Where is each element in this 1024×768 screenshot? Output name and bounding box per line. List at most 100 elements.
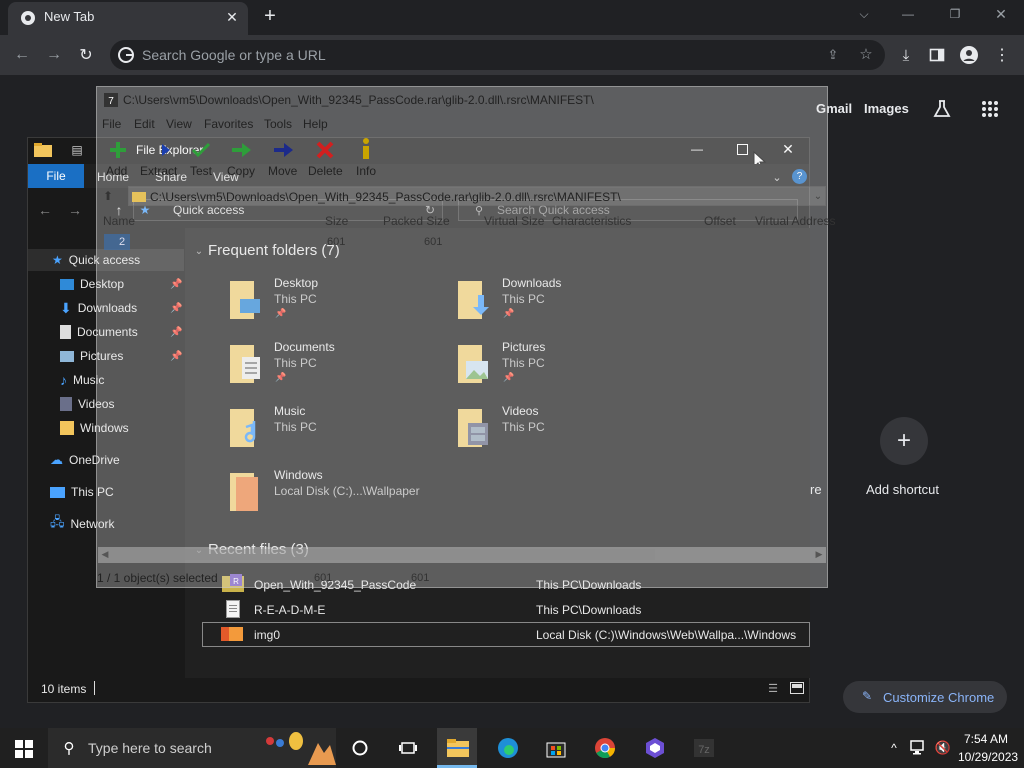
test-icon[interactable] xyxy=(190,140,212,160)
volume-muted-icon[interactable]: 🔇 xyxy=(934,739,952,757)
share-icon[interactable]: ⇪ xyxy=(825,47,841,63)
music-note-icon: ♪ xyxy=(60,372,67,388)
images-link[interactable]: Images xyxy=(864,101,909,116)
zip-row-name: 2 xyxy=(119,236,126,248)
fe-status-item-count: 10 items xyxy=(41,682,87,696)
taskbar-clock-time[interactable]: 7:54 AM xyxy=(964,732,1008,746)
close-tab-icon[interactable]: ✕ xyxy=(224,9,240,25)
restore-icon[interactable]: ❐ xyxy=(947,6,963,22)
scroll-left-icon[interactable]: ◀ xyxy=(99,548,111,560)
move-button[interactable]: Move xyxy=(268,164,297,178)
test-button[interactable]: Test xyxy=(190,164,212,178)
7zip-path-text: C:\Users\vm5\Downloads\Open_With_92345_P… xyxy=(150,190,621,204)
tray-chevron-up-icon[interactable]: ^ xyxy=(886,740,902,756)
extract-button[interactable]: Extract xyxy=(140,164,177,178)
side-panel-icon[interactable] xyxy=(929,47,945,63)
download-icon[interactable]: ⤓ xyxy=(897,46,915,64)
recent-file-location: Local Disk (C:)\Windows\Web\Wallpa...\Wi… xyxy=(536,628,797,642)
back-icon[interactable]: ← xyxy=(13,46,31,64)
customize-chrome-label: Customize Chrome xyxy=(883,690,995,705)
zip-row-packed: 601 xyxy=(424,236,443,248)
labs-flask-icon[interactable] xyxy=(931,98,953,120)
add-shortcut-button[interactable]: + xyxy=(880,417,928,465)
network-tray-icon[interactable] xyxy=(910,739,928,757)
path-dropdown-icon[interactable]: ⌄ xyxy=(812,189,824,203)
text-file-icon xyxy=(225,599,241,619)
svg-text:7: 7 xyxy=(108,96,114,107)
app-hexagon-icon[interactable] xyxy=(643,736,667,760)
info-button[interactable]: Info xyxy=(356,164,376,178)
forward-icon[interactable]: → xyxy=(45,46,63,64)
search-icon: ⚲ xyxy=(63,740,75,757)
plus-icon: + xyxy=(896,427,911,454)
recent-file-name: R-E-A-D-M-E xyxy=(254,603,326,617)
edge-icon[interactable] xyxy=(496,736,520,760)
cortana-icon[interactable] xyxy=(351,739,369,757)
fe-file-tab[interactable]: File xyxy=(28,164,84,188)
folder-app-icon xyxy=(34,142,52,158)
pictures-icon xyxy=(60,350,74,362)
fe-back-icon[interactable]: ← xyxy=(37,202,53,218)
col-packed-size[interactable]: Packed Size xyxy=(383,214,450,228)
recent-file-location: This PC\Downloads xyxy=(536,603,642,617)
extract-icon[interactable] xyxy=(148,140,170,160)
copy-button[interactable]: Copy xyxy=(227,164,255,178)
file-explorer-icon xyxy=(447,738,469,758)
info-icon[interactable] xyxy=(359,138,373,160)
col-size[interactable]: Size xyxy=(325,214,348,228)
bookmark-star-icon[interactable]: ☆ xyxy=(858,46,874,63)
chevron-down-icon[interactable]: ⌵ xyxy=(856,6,872,22)
menu-favorites[interactable]: Favorites xyxy=(204,117,253,131)
col-virtual-address[interactable]: Virtual Address xyxy=(755,214,836,228)
col-characteristics[interactable]: Characteristics xyxy=(552,214,631,228)
copy-icon[interactable] xyxy=(230,140,252,160)
zip-scroll-thumb[interactable] xyxy=(112,549,655,560)
menu-edit[interactable]: Edit xyxy=(134,117,155,131)
fe-forward-icon[interactable]: → xyxy=(67,202,83,218)
tiles-view-icon[interactable] xyxy=(789,681,805,695)
delete-button[interactable]: Delete xyxy=(308,164,343,178)
minimize-icon[interactable]: — xyxy=(900,6,916,22)
videos-icon xyxy=(60,397,72,411)
menu-tools[interactable]: Tools xyxy=(264,117,292,131)
reload-icon[interactable]: ↻ xyxy=(77,46,95,64)
search-highlight-icon xyxy=(262,731,336,765)
windows-start-icon[interactable] xyxy=(14,739,34,759)
pencil-icon: ✎ xyxy=(861,689,873,703)
zip-up-folder-icon[interactable]: ⬆ xyxy=(101,188,115,204)
apps-grid-icon[interactable] xyxy=(980,99,1000,119)
document-icon xyxy=(60,325,71,339)
chrome-menu-icon[interactable]: ⋮ xyxy=(994,46,1010,64)
add-icon[interactable] xyxy=(108,140,128,160)
col-virtual-size[interactable]: Virtual Size xyxy=(484,214,544,228)
zip-file-row[interactable] xyxy=(104,234,130,250)
desktop-icon xyxy=(60,278,74,290)
zip-row-size: 601 xyxy=(327,236,346,248)
details-view-icon[interactable]: ☰ xyxy=(765,681,781,695)
menu-help[interactable]: Help xyxy=(303,117,328,131)
menu-view[interactable]: View xyxy=(166,117,192,131)
move-icon[interactable] xyxy=(272,140,294,160)
taskbar-clock-date[interactable]: 10/29/2023 xyxy=(958,750,1018,764)
7zip-status-selection: 1 / 1 object(s) selected xyxy=(97,571,218,585)
store-icon[interactable] xyxy=(545,737,567,759)
col-name[interactable]: Name xyxy=(103,214,135,228)
svg-text:7z: 7z xyxy=(698,744,710,756)
tab-title: New Tab xyxy=(44,9,95,24)
chrome-icon[interactable] xyxy=(593,736,617,760)
close-window-icon[interactable]: ✕ xyxy=(993,6,1009,22)
download-arrow-icon: ⬇ xyxy=(60,299,72,316)
col-offset[interactable]: Offset xyxy=(704,214,736,228)
scroll-right-icon[interactable]: ▶ xyxy=(813,548,825,560)
profile-icon[interactable] xyxy=(960,46,978,64)
add-button[interactable]: Add xyxy=(106,164,127,178)
new-tab-icon[interactable]: + xyxy=(261,5,279,27)
task-view-icon[interactable] xyxy=(398,739,418,757)
folder-icon xyxy=(132,189,146,203)
properties-icon[interactable]: ▤ xyxy=(70,142,84,158)
7zip-status-size: 601 xyxy=(314,572,333,584)
7zip-taskbar-icon[interactable]: 7z xyxy=(693,738,715,758)
delete-icon[interactable] xyxy=(315,140,335,160)
7zip-window xyxy=(96,86,828,588)
menu-file[interactable]: File xyxy=(102,117,121,131)
